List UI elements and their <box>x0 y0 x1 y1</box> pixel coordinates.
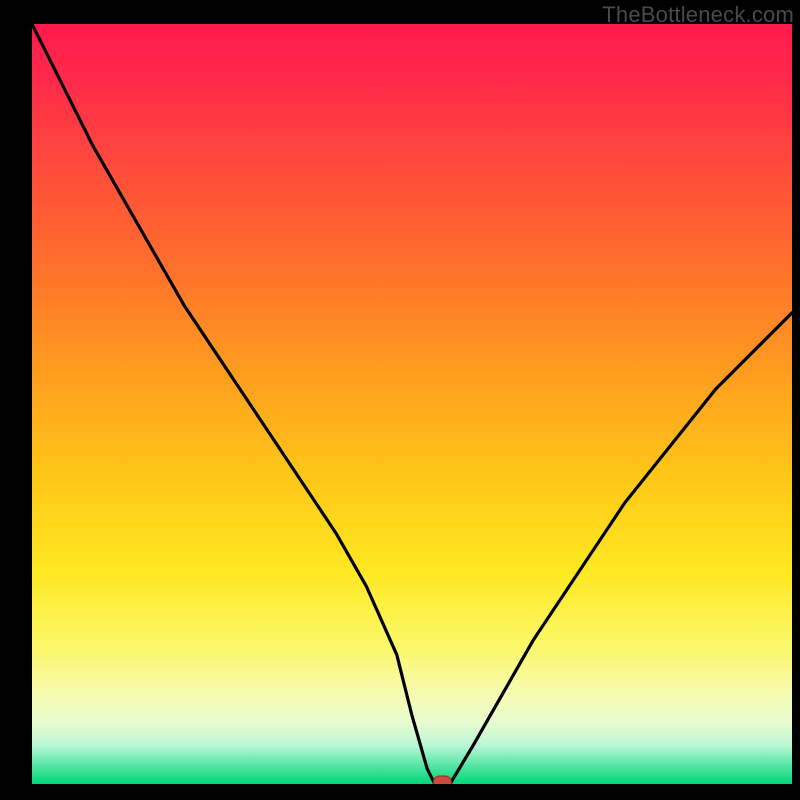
chart-frame: TheBottleneck.com <box>0 0 800 800</box>
gradient-plot-area <box>32 24 792 784</box>
watermark-text: TheBottleneck.com <box>602 2 794 28</box>
